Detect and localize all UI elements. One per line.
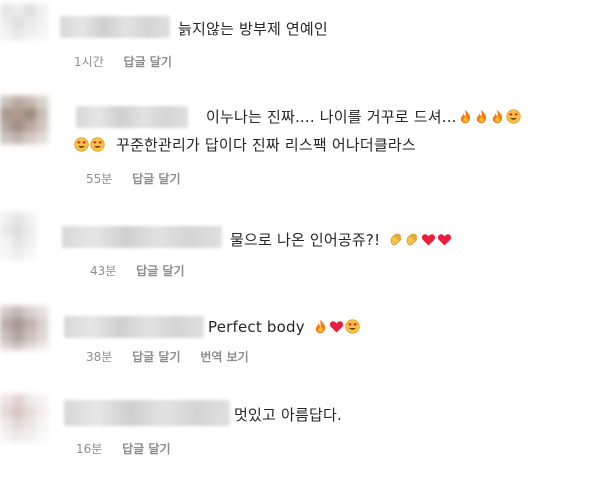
avatar[interactable] (0, 306, 48, 350)
comment-list: 늙지않는 방부제 연예인 1시간 답글 달기 이누나는 진짜.... 나이를 거… (0, 0, 600, 479)
comment-text-body: Perfect body (208, 318, 305, 336)
clap-emoji-icon (407, 233, 418, 246)
username-blurred[interactable] (62, 226, 222, 248)
reply-button[interactable]: 답글 달기 (136, 264, 184, 278)
comment-meta: 55분 답글 달기 (86, 170, 196, 187)
comment-time[interactable]: 16분 (76, 442, 102, 456)
heart-eyes-emoji-icon (74, 137, 89, 152)
comment-text-line2: 꾸준한관리가 답이다 진짜 리스팩 어나더클라스 (74, 134, 416, 155)
heart-emoji-icon (422, 234, 436, 246)
heart-eyes-emoji-icon (345, 319, 360, 334)
fire-emoji-icon (476, 109, 486, 124)
avatar[interactable] (0, 212, 40, 260)
fire-emoji-icon (492, 109, 502, 124)
comment-time[interactable]: 38분 (86, 350, 112, 364)
comment-text: Perfect body (208, 318, 360, 336)
comment-time[interactable]: 43분 (90, 264, 116, 278)
reply-button[interactable]: 답글 달기 (124, 55, 172, 69)
fire-emoji-icon (315, 319, 325, 334)
comment-text: 이누나는 진짜.... 나이를 거꾸로 드셔... (206, 106, 521, 127)
reply-button[interactable]: 답글 달기 (132, 172, 180, 186)
reply-button[interactable]: 답글 달기 (122, 442, 170, 456)
avatar[interactable] (0, 394, 48, 442)
comment-text: 늙지않는 방부제 연예인 (178, 20, 328, 38)
clap-emoji-icon (391, 233, 402, 246)
avatar[interactable] (0, 96, 48, 144)
username-blurred[interactable] (60, 16, 170, 38)
fire-emoji-icon (460, 109, 470, 124)
heart-emoji-icon (438, 234, 452, 246)
comment-text-line1: 이누나는 진짜.... 나이를 거꾸로 드셔... (206, 108, 457, 126)
username-blurred[interactable] (64, 400, 230, 426)
heart-eyes-emoji-icon (90, 137, 105, 152)
username-blurred[interactable] (64, 316, 204, 338)
comment-time[interactable]: 55분 (86, 172, 112, 186)
comment-text: 멋있고 아름답다. (234, 406, 342, 424)
avatar[interactable] (0, 4, 48, 44)
heart-eyes-emoji-icon (506, 109, 521, 124)
translate-button[interactable]: 번역 보기 (200, 350, 248, 364)
heart-emoji-icon (329, 321, 343, 333)
username-blurred[interactable] (76, 106, 188, 128)
comment-meta: 43분 답글 달기 (90, 262, 200, 279)
comment-text: 물으로 나온 인어공쥬?! (230, 229, 452, 250)
comment-time[interactable]: 1시간 (74, 55, 104, 69)
comment-meta: 38분 답글 달기 번역 보기 (86, 348, 265, 365)
comment-text-line2-text: 꾸준한관리가 답이다 진짜 리스팩 어나더클라스 (115, 136, 416, 154)
comment-meta: 1시간 답글 달기 (74, 53, 188, 70)
comment-meta: 16분 답글 달기 (76, 440, 186, 457)
comment-text-body: 물으로 나온 인어공쥬?! (230, 231, 381, 249)
reply-button[interactable]: 답글 달기 (132, 350, 180, 364)
